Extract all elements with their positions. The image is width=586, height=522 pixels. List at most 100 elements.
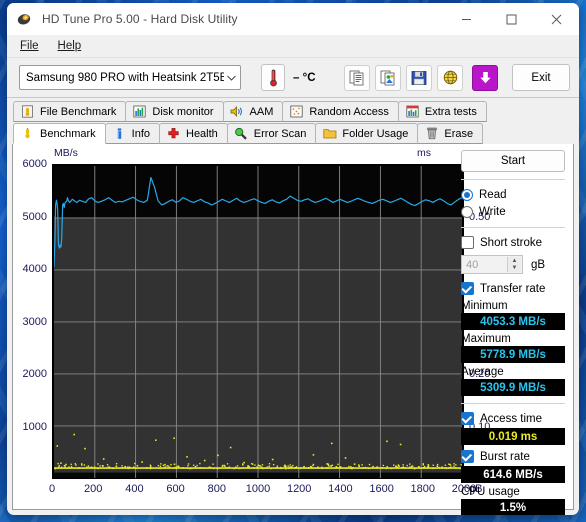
- disk-monitor-icon: [132, 104, 147, 119]
- short-stroke-label: Short stroke: [480, 237, 542, 249]
- tab-disk-monitor[interactable]: Disk monitor: [125, 101, 223, 122]
- tab-error-scan-label: Error Scan: [254, 128, 307, 140]
- tab-health[interactable]: Health: [159, 123, 228, 144]
- health-icon: [166, 126, 181, 141]
- benchmark-controls: Start Read Write Short stroke 40 ▲ ▼ gB …: [455, 144, 573, 509]
- tab-benchmark-label: Benchmark: [40, 128, 96, 140]
- short-stroke-row: 40 ▲ ▼ gB: [461, 255, 565, 274]
- stepper-up-icon[interactable]: ▲: [508, 257, 521, 265]
- maximum-label: Maximum: [461, 333, 565, 345]
- xtick-400: 400: [125, 483, 143, 495]
- tab-info[interactable]: Info: [105, 123, 160, 144]
- thermometer-icon[interactable]: [261, 64, 285, 91]
- copy-text-icon[interactable]: [344, 65, 370, 91]
- exit-button[interactable]: Exit: [512, 64, 570, 91]
- hdtune-logo-icon: [17, 11, 33, 27]
- radio-read-label: Read: [479, 189, 507, 201]
- tab-aam[interactable]: AAM: [223, 101, 284, 122]
- tab-error-scan[interactable]: Error Scan: [227, 123, 317, 144]
- chart-ylabel-left: MB/s: [54, 147, 78, 159]
- checkbox-burst-rate[interactable]: Burst rate: [461, 448, 565, 465]
- radio-write[interactable]: Write: [461, 203, 565, 220]
- menu-help-label: Help: [58, 40, 82, 52]
- ytick-left-5000: 5000: [13, 211, 47, 223]
- close-icon[interactable]: [534, 3, 579, 35]
- random-access-icon: [289, 104, 304, 119]
- radio-write-icon: [461, 206, 473, 218]
- tab-health-label: Health: [186, 128, 218, 140]
- tab-info-label: Info: [132, 128, 150, 140]
- globe-icon[interactable]: [437, 65, 463, 91]
- tab-extra-tests[interactable]: Extra tests: [398, 101, 487, 122]
- xtick-0: 0: [49, 483, 55, 495]
- tab-row-1: File Benchmark Disk monitor AAM Random A…: [13, 101, 579, 122]
- ytick-left-2000: 2000: [13, 368, 47, 380]
- minimum-value: 4053.3 MB/s: [461, 313, 565, 330]
- hd-tune-window: HD Tune Pro 5.00 - Hard Disk Utility Fil…: [7, 3, 579, 515]
- chart-plot-area: [52, 164, 464, 479]
- copy-image-icon[interactable]: [375, 65, 401, 91]
- tab-erase-label: Erase: [444, 128, 473, 140]
- minimize-icon[interactable]: [444, 3, 489, 35]
- temperature-value: – °C: [293, 72, 316, 84]
- divider-2: [461, 227, 565, 228]
- ytick-left-6000: 6000: [13, 158, 47, 170]
- xtick-1000: 1000: [246, 483, 270, 495]
- divider-1: [461, 179, 565, 180]
- menu-file[interactable]: File: [16, 38, 48, 54]
- radio-write-label: Write: [479, 206, 506, 218]
- menu-help[interactable]: Help: [54, 38, 91, 54]
- start-button[interactable]: Start: [461, 150, 565, 172]
- xtick-600: 600: [166, 483, 184, 495]
- short-stroke-stepper[interactable]: ▲ ▼: [507, 257, 521, 272]
- burst-rate-checkbox-icon: [461, 450, 474, 463]
- extra-tests-icon: [405, 104, 420, 119]
- cpu-usage-label: CPU usage: [461, 486, 565, 498]
- ytick-left-3000: 3000: [13, 316, 47, 328]
- info-icon: [112, 126, 127, 141]
- short-stroke-value: 40: [466, 259, 478, 271]
- tab-file-benchmark[interactable]: File Benchmark: [13, 101, 126, 122]
- checkbox-transfer-rate[interactable]: Transfer rate: [461, 280, 565, 297]
- window-controls: [444, 3, 579, 35]
- benchmark-chart: MB/s ms 1000 2000 3000 4000 5000 6000 0.10 0.2…: [13, 144, 465, 509]
- drive-select[interactable]: Samsung 980 PRO with Heatsink 2T5B2Q: [19, 65, 241, 90]
- chart-ylabel-right: ms: [417, 147, 431, 159]
- download-icon[interactable]: [472, 65, 498, 91]
- tab-random-access-label: Random Access: [309, 106, 388, 118]
- benchmark-icon: [20, 126, 35, 141]
- file-benchmark-icon: [20, 104, 35, 119]
- transfer-rate-checkbox-icon: [461, 282, 474, 295]
- tab-erase[interactable]: Erase: [417, 123, 483, 144]
- stepper-down-icon[interactable]: ▼: [508, 265, 521, 273]
- tab-bar: File Benchmark Disk monitor AAM Random A…: [7, 98, 579, 144]
- radio-read[interactable]: Read: [461, 186, 565, 203]
- short-stroke-input[interactable]: 40 ▲ ▼: [461, 255, 523, 274]
- ytick-left-1000: 1000: [13, 421, 47, 433]
- benchmark-panel: MB/s ms 1000 2000 3000 4000 5000 6000 0.10 0.2…: [12, 144, 574, 510]
- xtick-1200: 1200: [287, 483, 311, 495]
- save-icon[interactable]: [406, 65, 432, 91]
- maximize-icon[interactable]: [489, 3, 534, 35]
- cpu-usage-value: 1.5%: [461, 499, 565, 515]
- tab-random-access[interactable]: Random Access: [282, 101, 398, 122]
- tab-folder-usage[interactable]: Folder Usage: [315, 123, 418, 144]
- tab-extra-tests-label: Extra tests: [425, 106, 477, 118]
- xtick-800: 800: [208, 483, 226, 495]
- short-stroke-unit: gB: [531, 259, 545, 271]
- divider-3: [461, 403, 565, 404]
- speaker-icon: [230, 104, 245, 119]
- radio-read-icon: [461, 189, 473, 201]
- checkbox-access-time[interactable]: Access time: [461, 410, 565, 427]
- xtick-1400: 1400: [328, 483, 352, 495]
- tab-aam-label: AAM: [250, 106, 274, 118]
- drive-select-value: Samsung 980 PRO with Heatsink 2T5B2Q: [26, 72, 224, 84]
- toolbar: Samsung 980 PRO with Heatsink 2T5B2Q – °…: [7, 58, 579, 98]
- tab-benchmark[interactable]: Benchmark: [13, 123, 106, 144]
- burst-rate-label: Burst rate: [480, 451, 530, 463]
- xtick-200: 200: [84, 483, 102, 495]
- average-label: Average: [461, 366, 565, 378]
- checkbox-short-stroke[interactable]: Short stroke: [461, 234, 565, 251]
- titlebar: HD Tune Pro 5.00 - Hard Disk Utility: [7, 3, 579, 35]
- tab-disk-monitor-label: Disk monitor: [152, 106, 213, 118]
